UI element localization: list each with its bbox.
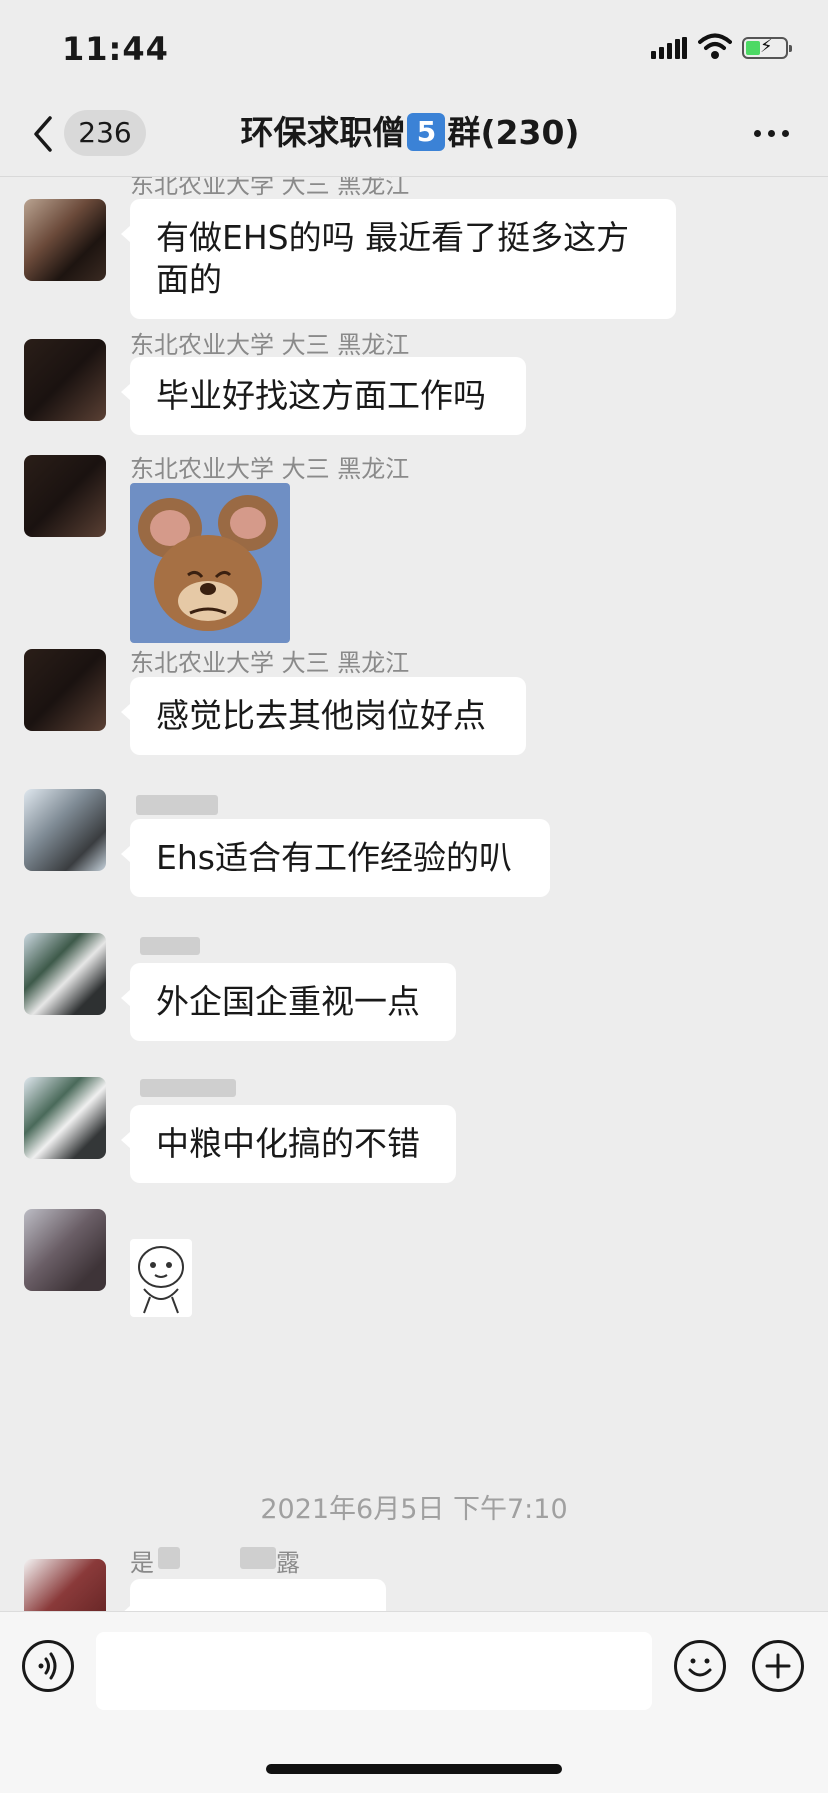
redacted-sender-name [240,1547,276,1569]
chat-title-prefix: 环保求职僧 [240,113,406,152]
home-indicator[interactable] [266,1764,562,1774]
wifi-icon [698,33,732,59]
cartoon-face-sticker[interactable] [130,1239,192,1317]
plus-icon[interactable] [752,1640,804,1692]
avatar[interactable] [24,789,106,871]
status-bar: 11:44 ⚡ [0,0,828,100]
chat-title-suffix: 群(230) [447,113,580,152]
sender-name: 东北农业大学 大三 黑龙江 [130,331,410,359]
sender-name: 东北农业大学 大三 黑龙江 [130,177,410,199]
message-input[interactable] [96,1632,652,1710]
chat-title[interactable]: 环保求职僧 5 群(230) [190,108,630,158]
chevron-left-icon[interactable] [30,114,56,154]
avatar[interactable] [24,199,106,281]
timestamp: 2021年6月5日 下午7:10 [260,1494,568,1525]
message-bubble[interactable]: 中粮中化搞的不错 [121,1105,456,1183]
voice-icon[interactable] [22,1640,74,1692]
message-bubble[interactable]: 有做EHS的吗 最近看了挺多这方面的 [121,199,676,319]
crying-mouse-sticker[interactable] [130,483,290,643]
message-bubble[interactable]: Ehs适合有工作经验的叭 [121,819,550,897]
emoji-icon[interactable] [674,1640,726,1692]
avatar[interactable] [24,649,106,731]
sender-name: 东北农业大学 大三 黑龙江 [130,649,410,677]
message-bubble[interactable] [121,1579,386,1611]
status-time: 11:44 [62,30,169,68]
signal-icon [651,37,687,59]
redacted-sender-name [140,1079,236,1097]
message-bubble[interactable]: 外企国企重视一点 [121,963,456,1041]
avatar[interactable] [24,1209,106,1291]
avatar[interactable] [24,1077,106,1159]
sender-name-last: 露 [276,1549,300,1577]
number-five-badge: 5 [407,113,446,151]
avatar[interactable] [24,455,106,537]
chat-header: 236 环保求职僧 5 群(230) [0,100,828,177]
avatar[interactable] [24,933,106,1015]
avatar[interactable] [24,1559,106,1611]
redacted-sender-name [140,937,200,955]
message-bubble[interactable]: 毕业好找这方面工作吗 [121,357,526,435]
battery-charging-icon: ⚡ [742,37,792,59]
avatar[interactable] [24,339,106,421]
message-list[interactable]: 东北农业大学 大三 黑龙江 有做EHS的吗 最近看了挺多这方面的 东北农业大学 … [0,177,828,1611]
redacted-sender-name [136,795,218,815]
more-dots-icon[interactable] [752,122,792,142]
sender-name: 东北农业大学 大三 黑龙江 [130,455,410,483]
redacted-sender-name [158,1547,180,1569]
sender-name-first: 是 [130,1549,154,1577]
message-bubble[interactable]: 感觉比去其他岗位好点 [121,677,526,755]
unread-count-badge[interactable]: 236 [64,110,146,156]
